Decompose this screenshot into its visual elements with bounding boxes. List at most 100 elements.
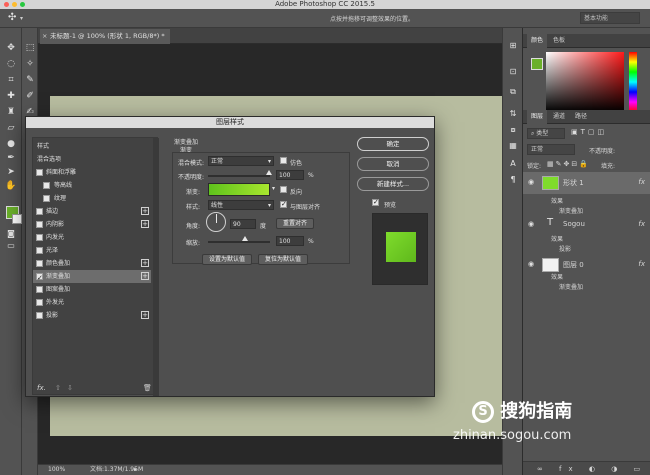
background-color-swatch[interactable] [12, 214, 22, 224]
reset-alignment-button[interactable]: 重置对齐 [276, 218, 314, 229]
blend-options-item[interactable]: 混合选项 [33, 153, 151, 166]
style-item-checkbox[interactable] [36, 286, 43, 293]
add-effect-plus-icon[interactable]: + [141, 272, 149, 280]
layer-name[interactable]: 图层 0 [563, 260, 584, 270]
hand-tool-icon[interactable]: ✋ [4, 180, 18, 192]
move-tool-icon[interactable]: ✥ [4, 42, 18, 54]
style-item-checkbox[interactable] [36, 221, 43, 228]
clone-stamp-icon[interactable]: ♜ [4, 106, 18, 118]
delete-effect-icon[interactable]: 🗑 [143, 384, 152, 392]
swatch-panel-icon[interactable]: ⧇ [507, 124, 519, 136]
style-item-checkbox[interactable] [43, 182, 50, 189]
layer-row-layer-0[interactable]: ◉ 图层 0 fx [523, 254, 650, 276]
move-up-icon[interactable]: ⇧ [55, 384, 61, 392]
opacity-input[interactable]: 100 [276, 170, 304, 180]
style-item[interactable]: 纹理 [33, 192, 151, 205]
style-item-checkbox[interactable] [43, 195, 50, 202]
tab-swatches[interactable]: 色板 [549, 34, 569, 48]
move-down-icon[interactable]: ⇩ [67, 384, 73, 392]
dodge-tool-icon[interactable]: ● [4, 138, 18, 150]
scale-input[interactable]: 100 [276, 236, 304, 246]
layer-row-sogou[interactable]: ◉ T Sogou fx [523, 214, 650, 236]
layer-filter-icons[interactable]: ▣T▢◫ [571, 128, 607, 136]
scale-slider-knob[interactable] [242, 236, 248, 241]
angle-dial[interactable] [206, 212, 226, 232]
style-item[interactable]: 内阴影 + [33, 218, 151, 231]
opacity-slider-knob[interactable] [266, 170, 272, 175]
layer-fx-icon[interactable]: fx [638, 260, 645, 268]
visibility-eye-icon[interactable]: ◉ [528, 260, 534, 268]
properties-panel-icon[interactable]: ⊡ [507, 66, 519, 78]
tab-layers[interactable]: 图层 [527, 110, 548, 124]
add-effect-plus-icon[interactable]: + [141, 311, 149, 319]
libraries-panel-icon[interactable]: ⇅ [507, 108, 519, 120]
style-item[interactable]: 图案叠加 [33, 283, 151, 296]
workspace-select[interactable]: 基本功能 [580, 12, 640, 24]
quick-mask-icon[interactable]: ◙ [4, 228, 18, 240]
ok-button[interactable]: 确定 [357, 137, 429, 151]
set-as-default-button[interactable]: 设置为默认值 [202, 254, 252, 265]
gradient-picker[interactable] [208, 183, 270, 196]
color-panel-foreground-swatch[interactable] [531, 58, 543, 70]
style-item[interactable]: 内发光 [33, 231, 151, 244]
history-panel-icon[interactable]: ⊞ [507, 40, 519, 52]
add-effect-plus-icon[interactable]: + [141, 259, 149, 267]
eraser-tool-icon[interactable]: ▱ [4, 122, 18, 134]
gradient-dropdown-icon[interactable]: ▾ [272, 185, 275, 192]
document-tab[interactable]: × 未标题-1 @ 100% (形状 1, RGB/8*) * [40, 29, 170, 44]
lock-icons[interactable]: ▦✎✥⊟🔒 [547, 160, 590, 168]
style-item-checkbox[interactable] [36, 208, 43, 215]
opacity-slider-track[interactable] [208, 175, 270, 177]
layer-effects-label[interactable]: 效果 [551, 272, 563, 281]
styles-panel-icon[interactable]: ▦ [507, 140, 519, 152]
new-style-button[interactable]: 新建样式... [357, 177, 429, 191]
layer-kind-filter[interactable]: ⌕ 类型 [527, 128, 565, 139]
add-effect-plus-icon[interactable]: + [141, 207, 149, 215]
lasso-tool-icon[interactable]: ◌ [4, 58, 18, 70]
tab-channels[interactable]: 通道 [549, 110, 569, 124]
layer-blend-mode-select[interactable]: 正常 [527, 144, 575, 155]
reverse-checkbox[interactable] [280, 186, 287, 193]
brush-tool-icon[interactable]: ✐ [23, 90, 37, 102]
dither-checkbox[interactable] [280, 157, 287, 164]
marquee-tool-icon[interactable]: ⬚ [23, 42, 37, 54]
style-item[interactable]: ✓ 渐变叠加 + [33, 270, 151, 283]
screen-mode-icon[interactable]: ▭ [4, 240, 18, 252]
hue-slider[interactable] [629, 52, 637, 112]
eyedropper-icon[interactable]: ✎ [23, 74, 37, 86]
layer-fx-icon[interactable]: fx [638, 220, 645, 228]
align-with-layer-checkbox[interactable]: ✓ [280, 200, 287, 208]
gradient-style-select[interactable]: 线性 ▾ [208, 200, 274, 210]
style-list-scrollbar[interactable] [153, 138, 159, 396]
preview-checkbox[interactable]: ✓ [372, 198, 379, 206]
style-item[interactable]: 等高线 [33, 179, 151, 192]
layer-effect-item[interactable]: 投影 [559, 244, 571, 253]
pen-tool-icon[interactable]: ✒ [4, 152, 18, 164]
style-item[interactable]: 斜面和浮雕 [33, 166, 151, 179]
style-item[interactable]: 颜色叠加 + [33, 257, 151, 270]
status-arrow-icon[interactable]: ▸ [134, 465, 137, 475]
fx-menu-icon[interactable]: fx. [37, 384, 46, 392]
style-item-checkbox[interactable] [36, 247, 43, 254]
quick-selection-icon[interactable]: ✧ [23, 58, 37, 70]
style-item-checkbox[interactable] [36, 299, 43, 306]
layers-footer-icons[interactable]: ∞ fx ◐ ◑ ▭ ▢ 🗑 [537, 462, 650, 475]
minimize-window-button[interactable] [12, 2, 17, 7]
zoom-level[interactable]: 100% [48, 465, 65, 475]
move-tool-icon[interactable]: ✣ [8, 12, 16, 23]
visibility-eye-icon[interactable]: ◉ [528, 178, 534, 186]
style-item[interactable]: 光泽 [33, 244, 151, 257]
tab-color[interactable]: 颜色 [527, 34, 548, 48]
close-tab-icon[interactable]: × [42, 29, 47, 44]
style-item-checkbox[interactable] [36, 234, 43, 241]
visibility-eye-icon[interactable]: ◉ [528, 220, 534, 228]
blend-mode-select[interactable]: 正常 ▾ [208, 156, 274, 166]
layer-effect-item[interactable]: 渐变叠加 [559, 282, 583, 291]
close-window-button[interactable] [4, 2, 9, 7]
healing-brush-icon[interactable]: ✚ [4, 90, 18, 102]
zoom-window-button[interactable] [20, 2, 25, 7]
cancel-button[interactable]: 取消 [357, 157, 429, 171]
paragraph-panel-icon[interactable]: ¶ [507, 174, 519, 186]
add-effect-plus-icon[interactable]: + [141, 220, 149, 228]
tool-preset-chevron-icon[interactable]: ▾ [20, 15, 23, 22]
